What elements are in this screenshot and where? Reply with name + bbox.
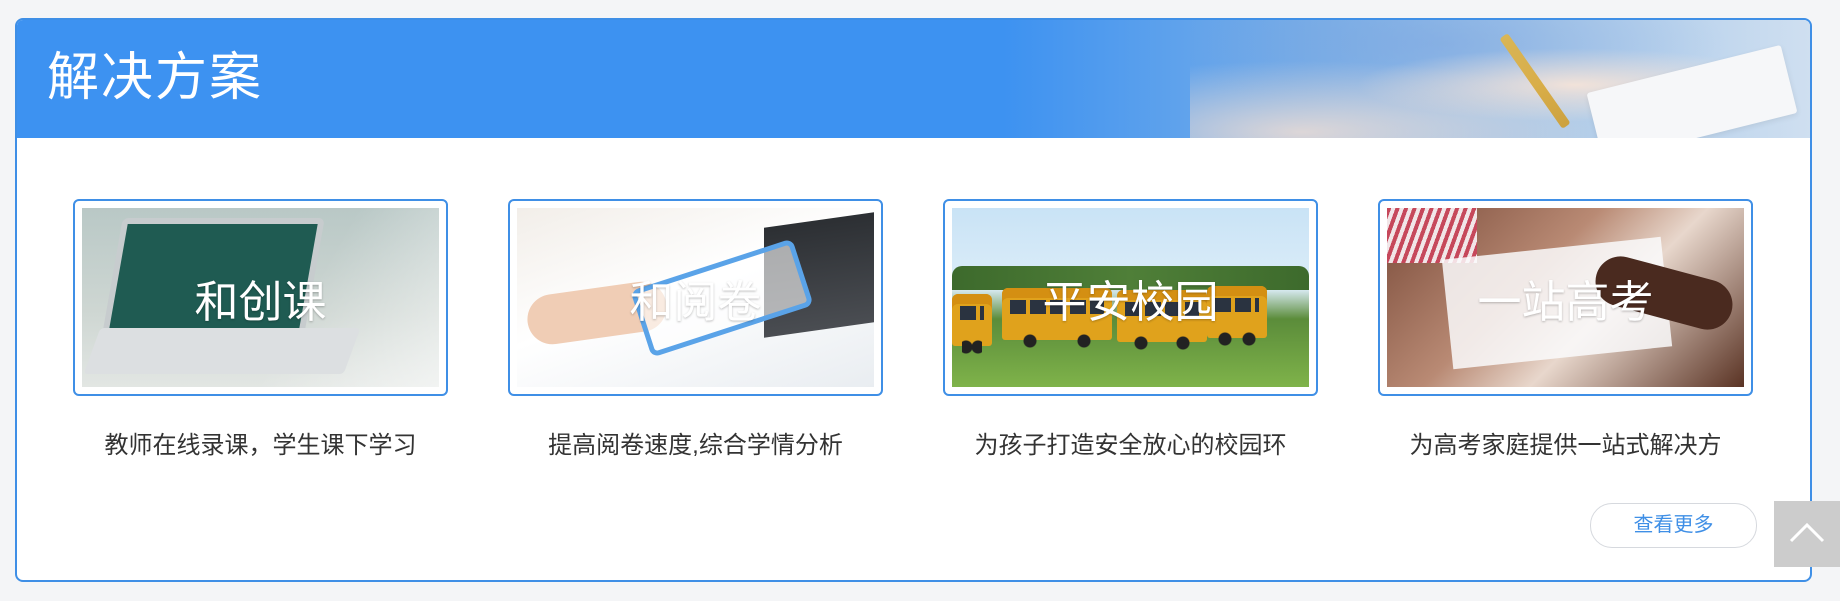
solution-card-heyuejuan[interactable]: 和阅卷 提高阅卷速度,综合学情分析 <box>508 199 883 459</box>
card-title[interactable]: 平安校园 <box>952 266 1309 330</box>
chevron-up-icon <box>1789 522 1825 543</box>
card-image-school-buses[interactable]: 平安校园 <box>952 208 1309 387</box>
solutions-header: 解决方案 <box>17 20 1810 138</box>
solution-card-hechuangke[interactable]: 和创课 教师在线录课，学生课下学习 <box>73 199 448 459</box>
scroll-to-top-button[interactable] <box>1774 501 1840 567</box>
card-description: 教师在线录课，学生课下学习 <box>104 432 417 459</box>
section-title: 解决方案 <box>47 49 264 107</box>
view-more-button[interactable]: 查看更多 <box>1590 503 1757 548</box>
solution-card-gaokao[interactable]: 一站高考 为高考家庭提供一站式解决方 <box>1378 199 1753 459</box>
solution-card-safe-campus[interactable]: 平安校园 为孩子打造安全放心的校园环 <box>943 199 1318 459</box>
card-image-exam[interactable]: 一站高考 <box>1387 208 1744 387</box>
card-title[interactable]: 和创课 <box>82 266 439 330</box>
card-description: 为孩子打造安全放心的校园环 <box>974 432 1287 459</box>
card-description: 提高阅卷速度,综合学情分析 <box>548 432 843 459</box>
striped-sleeve-graphic <box>1387 208 1477 263</box>
card-title[interactable]: 一站高考 <box>1387 266 1744 330</box>
card-image-tablet[interactable]: 和阅卷 <box>517 208 874 387</box>
card-title[interactable]: 和阅卷 <box>517 266 874 330</box>
laptop-keyboard-graphic <box>83 328 361 374</box>
card-image-laptop[interactable]: 和创课 <box>82 208 439 387</box>
card-description: 为高考家庭提供一站式解决方 <box>1409 432 1722 459</box>
